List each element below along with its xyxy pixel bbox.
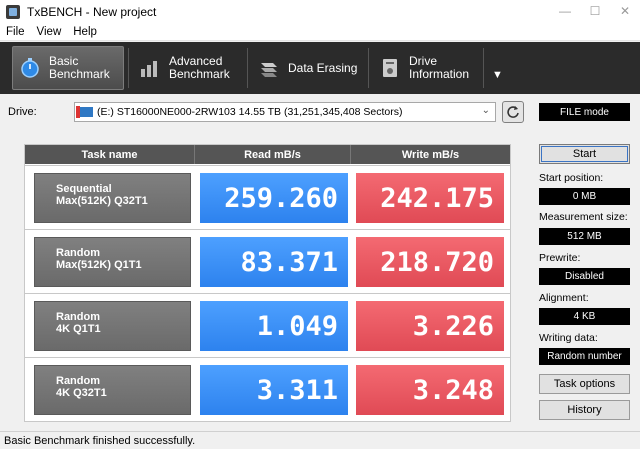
toolbar-divider	[483, 48, 484, 88]
app-icon	[6, 4, 20, 19]
write-value: 242.175	[356, 173, 504, 223]
write-value: 3.226	[356, 301, 504, 351]
drive-select-value: (E:) ST16000NE000-2RW103 14.55 TB (31,25…	[97, 106, 403, 118]
task-button-seq-q32t1[interactable]: Sequential Max(512K) Q32T1	[34, 173, 191, 223]
status-text: Basic Benchmark finished successfully.	[4, 434, 196, 447]
toolbar-divider	[368, 48, 369, 88]
chevron-down-icon: ⌄	[481, 105, 490, 116]
tab-data-erasing-label: Data Erasing	[288, 60, 358, 75]
close-icon[interactable]: ✕	[610, 0, 640, 23]
menu-bar: File View Help	[0, 23, 640, 41]
minimize-icon[interactable]: —	[550, 0, 580, 23]
toolbar-more-icon[interactable]: ▼	[492, 69, 503, 81]
menu-view[interactable]: View	[31, 26, 68, 38]
measurement-size-label: Measurement size:	[539, 211, 628, 223]
bar-chart-icon	[139, 57, 161, 79]
history-button[interactable]: History	[539, 400, 630, 420]
header-task-name: Task name	[25, 145, 195, 164]
alignment-value: 4 KB	[539, 308, 630, 325]
write-value: 218.720	[356, 237, 504, 287]
toolbar-divider	[128, 48, 129, 88]
task-button-rnd-4k-q1t1[interactable]: Random 4K Q1T1	[34, 301, 191, 351]
writing-data-label: Writing data:	[539, 332, 598, 344]
benchmark-header: Task name Read mB/s Write mB/s	[25, 145, 510, 164]
mode-indicator: FILE mode	[539, 103, 630, 121]
drive-select[interactable]: (E:) ST16000NE000-2RW103 14.55 TB (31,25…	[74, 102, 496, 122]
start-position-value: 0 MB	[539, 188, 630, 205]
prewrite-label: Prewrite:	[539, 252, 581, 264]
tab-drive-information-label: Drive Information	[409, 54, 470, 81]
menu-file[interactable]: File	[0, 26, 31, 38]
toolbar-divider	[247, 48, 248, 88]
read-value: 3.311	[200, 365, 348, 415]
tab-drive-information[interactable]: Drive Information	[373, 46, 479, 90]
menu-help[interactable]: Help	[67, 26, 103, 38]
read-value: 83.371	[200, 237, 348, 287]
benchmark-row: Random Max(512K) Q1T1 83.371 218.720	[25, 229, 510, 293]
tab-basic-benchmark[interactable]: Basic Benchmark	[12, 46, 124, 90]
prewrite-value: Disabled	[539, 268, 630, 285]
writing-data-value: Random number	[539, 348, 630, 365]
measurement-size-value: 512 MB	[539, 228, 630, 245]
tab-basic-benchmark-label: Basic Benchmark	[49, 54, 110, 81]
refresh-icon	[507, 106, 519, 118]
benchmark-panel: Task name Read mB/s Write mB/s Sequentia…	[24, 144, 511, 422]
write-value: 3.248	[356, 365, 504, 415]
refresh-button[interactable]	[502, 101, 524, 123]
tab-data-erasing[interactable]: Data Erasing	[252, 46, 364, 90]
main-toolbar: Basic Benchmark Advanced Benchmark Data Er…	[0, 42, 640, 94]
drive-icon	[76, 106, 93, 118]
read-value: 1.049	[200, 301, 348, 351]
drive-info-icon	[379, 57, 401, 79]
read-value: 259.260	[200, 173, 348, 223]
start-button[interactable]: Start	[539, 144, 630, 164]
header-read: Read mB/s	[195, 145, 351, 164]
tab-advanced-benchmark[interactable]: Advanced Benchmark	[133, 46, 243, 90]
benchmark-row: Random 4K Q32T1 3.311 3.248	[25, 357, 510, 421]
tab-advanced-benchmark-label: Advanced Benchmark	[169, 54, 230, 81]
alignment-label: Alignment:	[539, 292, 589, 304]
benchmark-row: Sequential Max(512K) Q32T1 259.260 242.17…	[25, 165, 510, 229]
header-write: Write mB/s	[401, 148, 460, 161]
maximize-icon[interactable]: ☐	[580, 0, 610, 23]
benchmark-row: Random 4K Q1T1 1.049 3.226	[25, 293, 510, 357]
status-bar: Basic Benchmark finished successfully.	[0, 431, 640, 449]
eraser-icon	[258, 57, 280, 79]
start-position-label: Start position:	[539, 172, 604, 184]
title-bar: TxBENCH - New project — ☐ ✕	[0, 0, 640, 23]
task-options-button[interactable]: Task options	[539, 374, 630, 394]
window-controls: — ☐ ✕	[550, 0, 640, 23]
stopwatch-icon	[19, 57, 41, 79]
drive-label: Drive:	[8, 106, 37, 118]
window-title: TxBENCH - New project	[27, 4, 157, 19]
task-button-rnd-4k-q32t1[interactable]: Random 4K Q32T1	[34, 365, 191, 415]
task-button-rnd-512k-q1t1[interactable]: Random Max(512K) Q1T1	[34, 237, 191, 287]
